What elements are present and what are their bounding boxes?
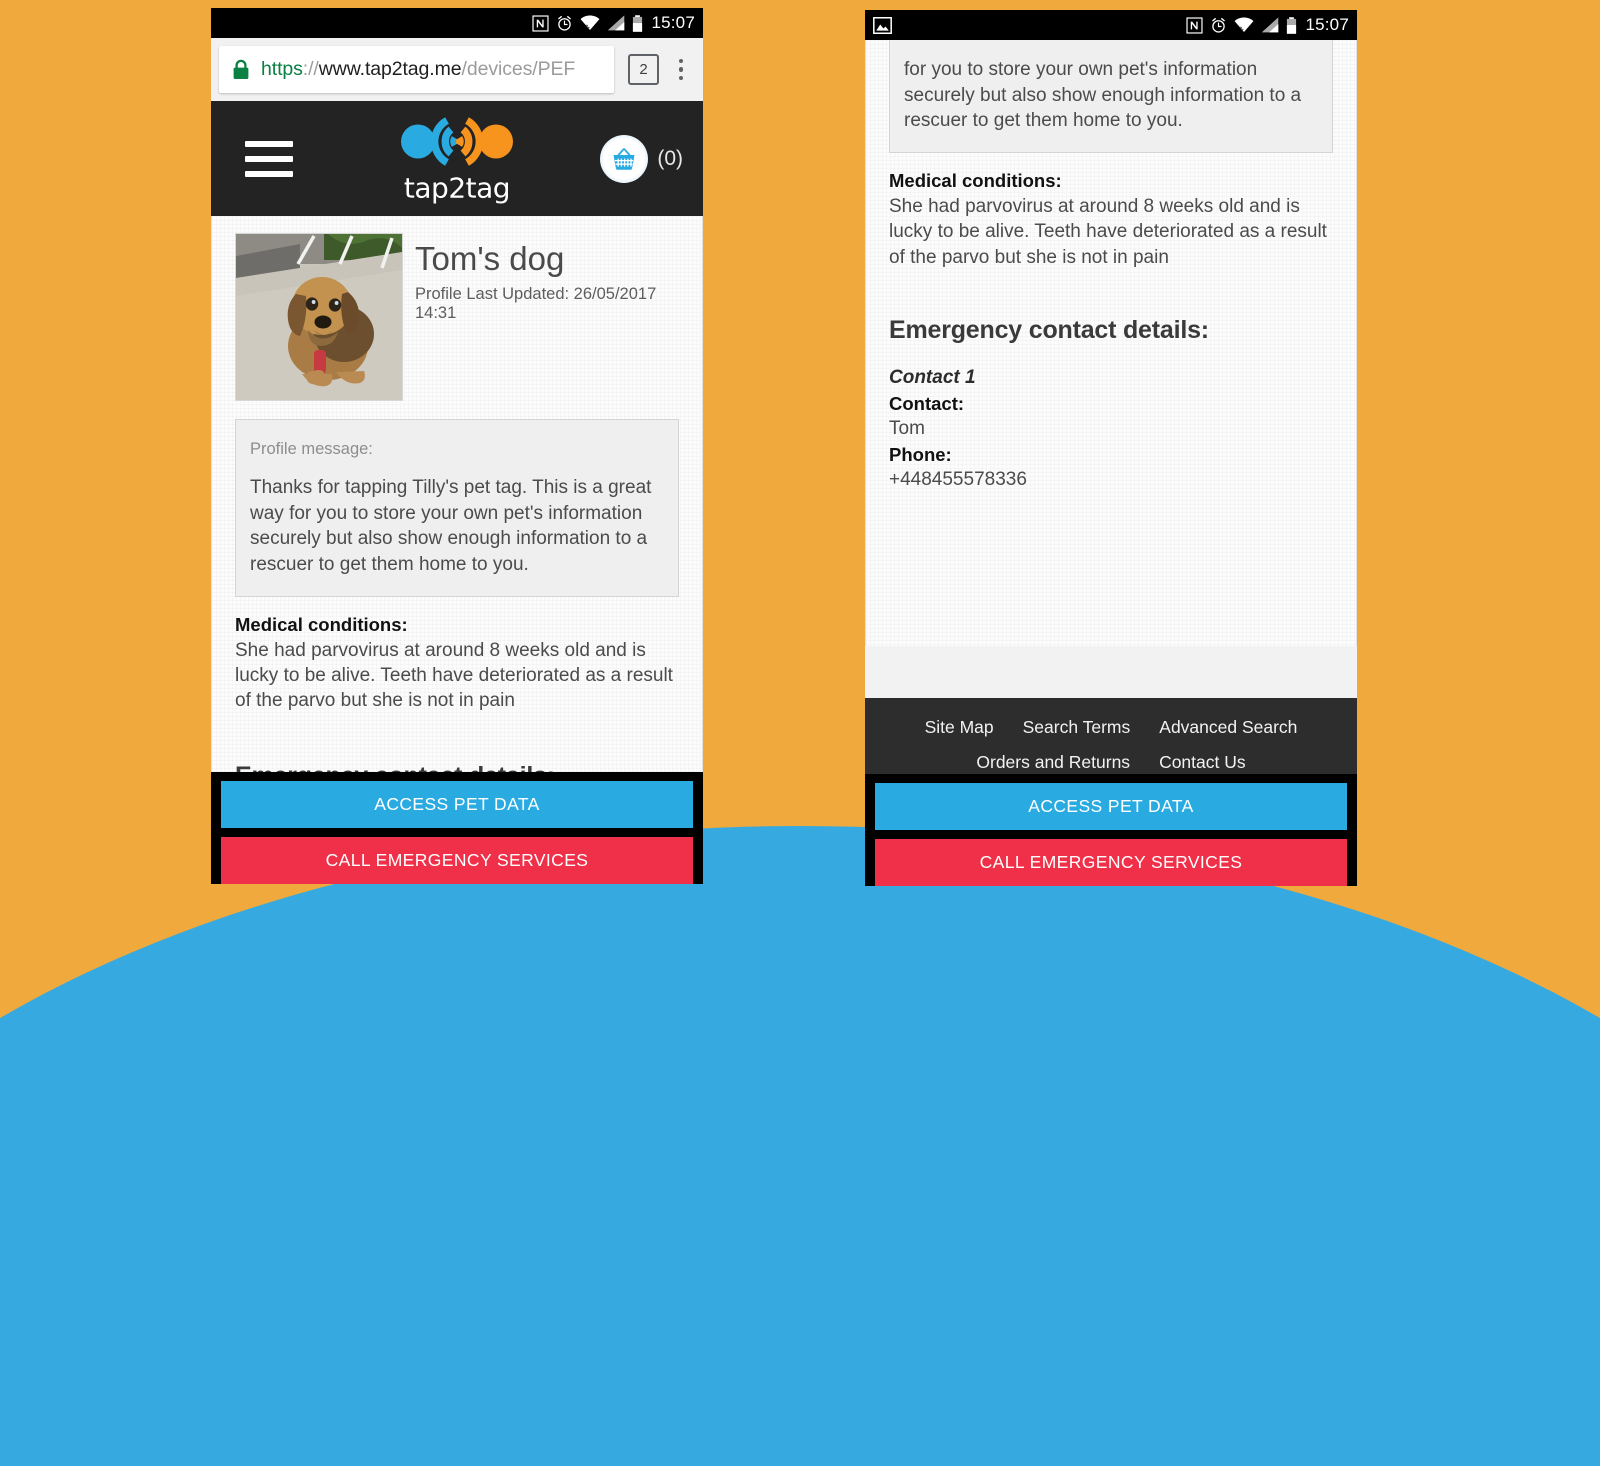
emergency-contact-heading: Emergency contact details: [889, 316, 1209, 345]
menu-icon[interactable] [245, 140, 293, 177]
wifi-icon [580, 15, 600, 30]
pet-details-card: for you to store your own pet's informat… [865, 10, 1357, 646]
status-bar-left: 15:07 [211, 8, 703, 38]
nfc-icon [1186, 16, 1204, 34]
medical-conditions-label: Medical conditions: [235, 613, 408, 635]
nfc-icon [532, 14, 550, 32]
tap2tag-wordmark: tap2tag [404, 171, 511, 204]
url-host: www.tap2tag.me [318, 58, 462, 80]
status-icons-left [532, 14, 643, 32]
browser-menu-icon[interactable] [671, 58, 691, 81]
svg-text:tap2tag: tap2tag [404, 171, 510, 204]
image-icon [873, 16, 892, 34]
profile-message-box: Profile message: Thanks for tapping Till… [235, 419, 679, 597]
action-bar-left: ACCESS PET DATA CALL EMERGENCY SERVICES [211, 772, 703, 884]
browser-toolbar: https://www.tap2tag.me/devices/PEF 2 [211, 38, 703, 101]
pet-name: Tom's dog [415, 240, 565, 277]
call-emergency-services-button[interactable]: CALL EMERGENCY SERVICES [221, 837, 693, 884]
tap2tag-mark-icon [401, 116, 513, 166]
footer-link-contact-us[interactable]: Contact Us [1159, 752, 1246, 773]
cart-count: (0) [657, 146, 683, 170]
contact-phone-value: +448455578336 [889, 469, 1027, 491]
alarm-icon [1212, 17, 1226, 33]
action-bar-right: ACCESS PET DATA CALL EMERGENCY SERVICES [865, 774, 1357, 886]
url-path: /devices/PEF [461, 58, 576, 80]
url-scheme: https [261, 58, 303, 80]
pet-info: Tom's dog Profile Last Updated: 26/05/20… [415, 233, 702, 401]
access-pet-data-button[interactable]: ACCESS PET DATA [221, 781, 693, 828]
footer-link-site-map[interactable]: Site Map [925, 717, 994, 738]
url-text: https://www.tap2tag.me/devices/PEF [261, 58, 575, 81]
url-separator: :// [302, 58, 319, 80]
profile-message-label: Profile message: [250, 440, 373, 458]
profile-header-row: Tom's dog Profile Last Updated: 26/05/20… [212, 216, 702, 401]
signal-icon [608, 15, 625, 31]
contact-phone-label: Phone: [889, 444, 952, 466]
phone-right: 15:07 for you to store your own pet's in… [865, 10, 1357, 886]
battery-icon [633, 14, 643, 32]
contact-name-label: Contact: [889, 393, 965, 415]
contact-name-value: Tom [889, 418, 925, 440]
tab-switcher-button[interactable]: 2 [628, 54, 659, 85]
signal-icon [1262, 17, 1279, 33]
footer-row-1: Site Map Search Terms Advanced Search [865, 717, 1357, 738]
footer-link-advanced-search[interactable]: Advanced Search [1159, 717, 1297, 738]
footer-link-orders-and-returns[interactable]: Orders and Returns [976, 752, 1130, 773]
site-header: tap2tag (0) [211, 101, 703, 216]
pet-photo [235, 233, 403, 401]
medical-conditions-label: Medical conditions: [889, 169, 1062, 191]
battery-icon [1287, 16, 1297, 34]
site-logo[interactable]: tap2tag [397, 112, 517, 205]
alarm-icon [558, 15, 572, 31]
profile-message-text-partial: for you to store your own pet's informat… [904, 59, 1302, 132]
contact-title: Contact 1 [889, 367, 976, 389]
phone-left: 15:07 https://www.tap2tag.me/devices/PEF… [211, 8, 703, 884]
footer-row-2: Orders and Returns Contact Us [865, 752, 1357, 773]
medical-conditions-text: She had parvovirus at around 8 weeks old… [235, 639, 673, 712]
phone-right-screen: 15:07 for you to store your own pet's in… [865, 10, 1357, 886]
footer-link-search-terms[interactable]: Search Terms [1023, 717, 1131, 738]
status-icons-right [1186, 16, 1297, 34]
contact-entry: Contact 1 Contact: Tom Phone: +448455578… [866, 367, 1356, 491]
lock-icon [233, 59, 249, 79]
url-bar[interactable]: https://www.tap2tag.me/devices/PEF [219, 46, 614, 93]
status-clock: 15:07 [1305, 15, 1349, 34]
medical-conditions-text: She had parvovirus at around 8 weeks old… [889, 195, 1327, 268]
status-icons-left-right-phone [873, 10, 892, 40]
call-emergency-services-button[interactable]: CALL EMERGENCY SERVICES [875, 839, 1347, 886]
pet-profile-card: Tom's dog Profile Last Updated: 26/05/20… [211, 216, 703, 790]
cart-button[interactable]: (0) [600, 134, 683, 183]
phone-left-screen: 15:07 https://www.tap2tag.me/devices/PEF… [211, 8, 703, 884]
wifi-icon [1234, 17, 1254, 32]
profile-message-text: Thanks for tapping Tilly's pet tag. This… [250, 477, 652, 575]
access-pet-data-button[interactable]: ACCESS PET DATA [875, 783, 1347, 830]
cart-icon [600, 134, 649, 183]
status-bar-right: 15:07 [865, 10, 1357, 40]
status-clock: 15:07 [651, 13, 695, 32]
pet-last-updated: Profile Last Updated: 26/05/2017 14:31 [415, 284, 657, 322]
background-curve [0, 826, 1600, 1466]
